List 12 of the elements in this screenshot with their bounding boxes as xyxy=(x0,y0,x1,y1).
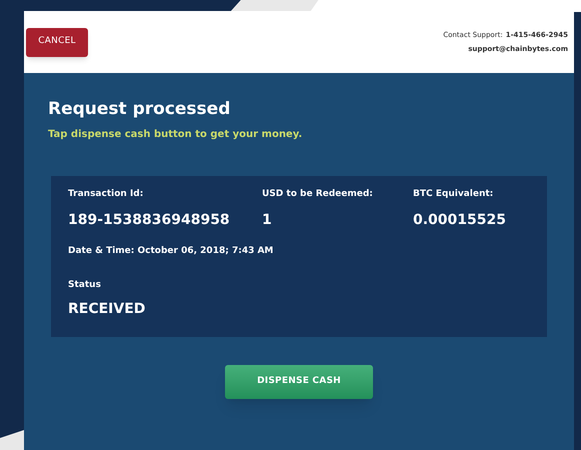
status-value: RECEIVED xyxy=(68,300,146,319)
field-value: 1 xyxy=(262,211,273,230)
field-value: 0.00015525 xyxy=(413,211,507,230)
field-label: BTC Equivalent: xyxy=(413,188,494,200)
field-value: 189-1538836948958 xyxy=(68,211,231,230)
date-time-text: Date & Time: October 06, 2018; 7:43 AM xyxy=(68,245,274,258)
field-label: Transaction Id: xyxy=(68,188,144,200)
cancel-button[interactable]: CANCEL xyxy=(26,28,88,56)
field-label: USD to be Redeemed: xyxy=(262,188,374,200)
page-title: Request processed xyxy=(48,98,232,121)
instruction-text: Tap dispense cash button to get your money. xyxy=(48,128,304,142)
status-label: Status xyxy=(68,278,102,292)
